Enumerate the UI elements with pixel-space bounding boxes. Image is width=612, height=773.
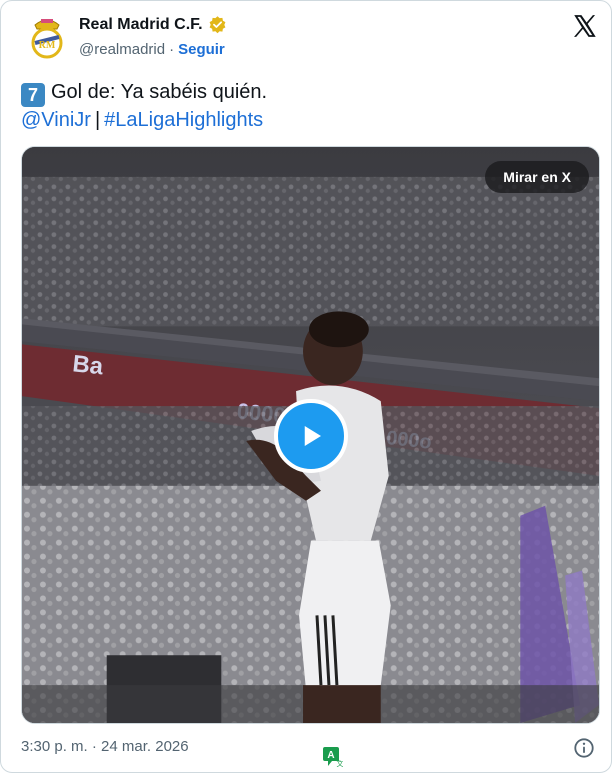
handle-separator: · (169, 41, 175, 58)
follow-button[interactable]: Seguir (178, 41, 225, 58)
tweet-timestamp[interactable]: 3:30 p. m. · 24 mar. 2026 (21, 738, 189, 755)
video-media[interactable]: Ba 0000 000o Mirar en X (21, 146, 600, 724)
verified-badge-icon (209, 16, 225, 34)
tweet-text-line-1: 7 Gol de: Ya sabéis quién. (21, 79, 591, 107)
watch-on-x-button[interactable]: Mirar en X (485, 161, 589, 193)
svg-text:RM: RM (39, 40, 56, 51)
play-icon (304, 426, 321, 446)
tweet-body: Gol de: Ya sabéis quién. (51, 81, 268, 103)
account-name[interactable]: Real Madrid C.F. (79, 16, 203, 34)
mention-link[interactable]: @ViniJr (21, 109, 91, 131)
account-handle-row: @realmadrid · Seguir (79, 41, 225, 58)
tweet-text-line-2: @ViniJr | #LaLigaHighlights (21, 107, 591, 134)
real-madrid-crest-avatar[interactable]: RM (27, 15, 67, 59)
keycap-seven-emoji: 7 (21, 83, 45, 107)
svg-text:文: 文 (337, 759, 344, 768)
info-icon[interactable] (573, 737, 595, 759)
translate-icon[interactable]: A 文 (323, 746, 343, 768)
play-button[interactable] (274, 399, 348, 473)
svg-text:Ba: Ba (71, 350, 105, 380)
account-name-row: Real Madrid C.F. (79, 15, 227, 34)
tweet-card: RM Real Madrid C.F. @realmadrid · Seguir… (0, 0, 612, 773)
text-divider: | (94, 109, 101, 131)
account-handle[interactable]: @realmadrid (79, 41, 165, 58)
svg-text:A: A (327, 750, 334, 761)
hashtag-link[interactable]: #LaLigaHighlights (104, 109, 263, 131)
tweet-text: 7 Gol de: Ya sabéis quién. @ViniJr | #LaLig… (21, 79, 591, 134)
x-logo-icon[interactable] (571, 13, 597, 39)
